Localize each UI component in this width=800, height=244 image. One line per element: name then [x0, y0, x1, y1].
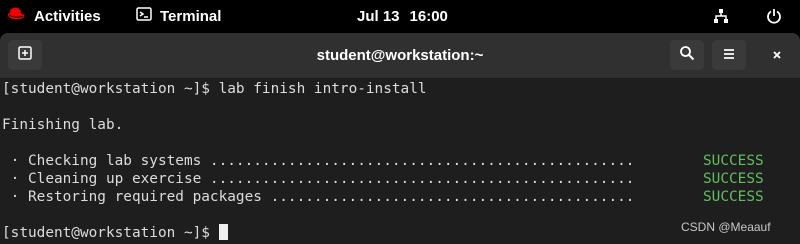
step-text: · Restoring required packages ..........… [2, 189, 635, 205]
clock-time: 16:00 [409, 7, 448, 25]
clock-date: Jul 13 [357, 7, 400, 25]
watermark: CSDN @Meaauf [681, 220, 771, 234]
network-icon[interactable] [713, 0, 729, 32]
gnome-top-bar: Activities Terminal Jul 13 16:00 [0, 0, 800, 32]
menu-button[interactable] [712, 40, 746, 70]
app-menu-terminal[interactable]: Terminal [136, 0, 221, 32]
text-cursor [218, 224, 228, 240]
command-line: [student@workstation ~]$ lab finish intr… [0, 80, 800, 98]
close-icon [771, 46, 783, 65]
close-button[interactable] [760, 40, 794, 70]
clock[interactable]: Jul 13 16:00 [357, 0, 448, 32]
step-line: · Checking lab systems .................… [0, 152, 800, 170]
activities-label: Activities [34, 7, 101, 25]
terminal-window: student@workstation:~ [student@workstati… [0, 33, 800, 244]
search-icon [679, 45, 695, 65]
step-status: SUCCESS [703, 171, 764, 187]
search-button[interactable] [670, 40, 704, 70]
terminal-output[interactable]: [student@workstation ~]$ lab finish intr… [0, 79, 800, 244]
activities-button[interactable]: Activities [6, 0, 101, 32]
shell-prompt: [student@workstation ~]$ [2, 225, 210, 241]
step-text: · Checking lab systems .................… [2, 153, 635, 169]
step-status: SUCCESS [703, 153, 764, 169]
final-prompt-line: [student@workstation ~]$ [0, 224, 800, 242]
shell-prompt: [student@workstation ~]$ [2, 81, 219, 97]
redhat-logo-icon [6, 6, 26, 26]
step-text: · Cleaning up exercise .................… [2, 171, 635, 187]
step-status: SUCCESS [703, 189, 764, 205]
terminal-app-icon [136, 6, 152, 26]
step-line: · Restoring required packages ..........… [0, 188, 800, 206]
app-menu-label: Terminal [160, 7, 222, 25]
power-icon[interactable] [766, 0, 782, 32]
command-text: lab finish intro-install [218, 81, 427, 97]
hamburger-menu-icon [722, 46, 736, 65]
step-line: · Cleaning up exercise .................… [0, 170, 800, 188]
window-headerbar: student@workstation:~ [0, 33, 800, 79]
finishing-message: Finishing lab. [2, 117, 124, 133]
